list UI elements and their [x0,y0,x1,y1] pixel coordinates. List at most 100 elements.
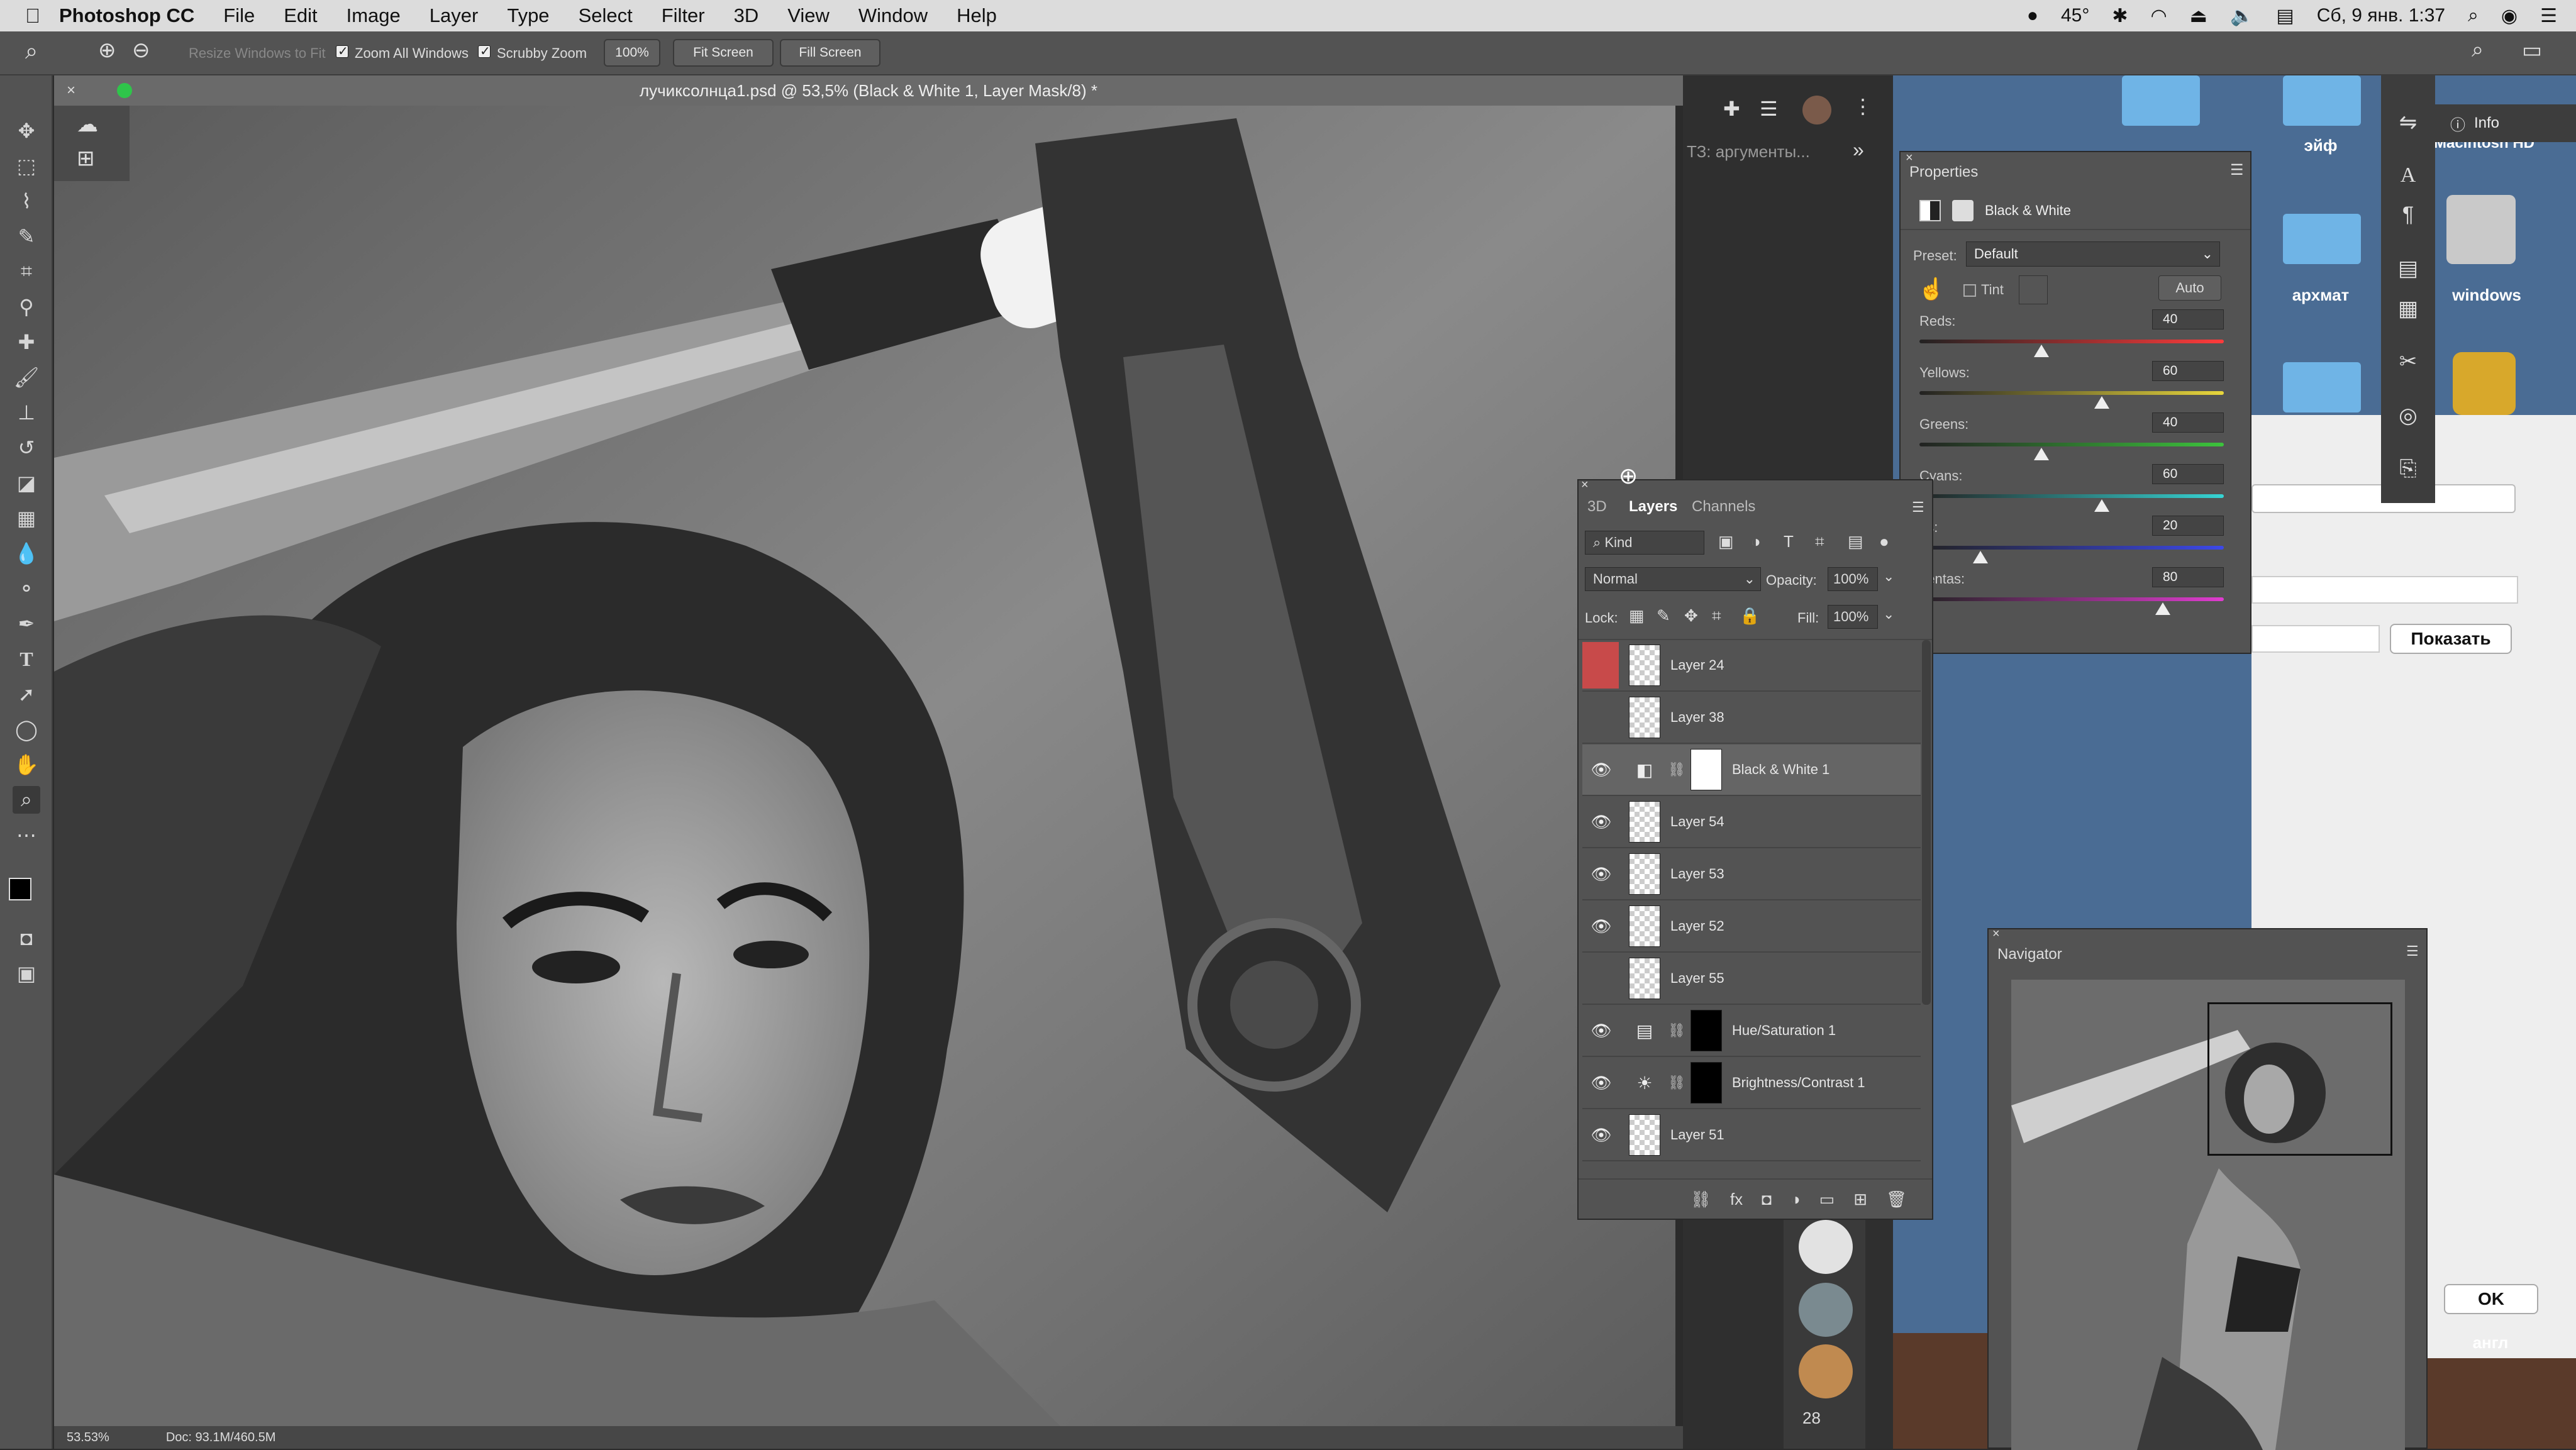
fill-input[interactable]: 100% [1828,605,1878,629]
slider-value-input[interactable]: 20 [2152,516,2224,536]
zoom-level[interactable]: 53.53% [67,1431,109,1445]
lock-all-icon[interactable]: 🔒 [1740,606,1760,626]
avatar[interactable] [1799,1283,1853,1337]
layer-row[interactable]: Layer 38 [1582,692,1921,744]
link-icon[interactable]: ⛓ [1668,1075,1685,1091]
more-tools-icon[interactable]: ⋯ [13,821,40,849]
siri-icon[interactable]: ◉ [2501,5,2518,27]
app-icon[interactable] [2453,352,2516,415]
search-icon[interactable]: ⌕ [2468,5,2479,26]
slider-value-input[interactable]: 80 [2152,567,2224,587]
layer-mask-thumbnail[interactable] [1690,1010,1722,1051]
visibility-eye-icon[interactable] [1589,966,1614,991]
chevron-down-icon[interactable]: ⌄ [1883,606,1894,623]
chevron-down-icon[interactable]: ⌄ [1883,568,1894,585]
trash-icon[interactable]: 🗑 [1886,1190,1907,1209]
mask-icon[interactable] [1952,200,1974,221]
zoom-tool-icon[interactable]: ⌕ [13,786,40,814]
layer-name[interactable]: Black & White 1 [1732,761,1829,778]
new-group-icon[interactable]: ▭ [1819,1190,1835,1209]
layer-name[interactable]: Layer 53 [1670,866,1724,882]
menu-select[interactable]: Select [579,4,633,27]
scrollbar[interactable] [1922,640,1931,1005]
clock[interactable]: Сб, 9 янв. 1:37 [2317,5,2445,26]
close-window-icon[interactable]: × [67,82,75,99]
healing-brush-tool-icon[interactable]: ✚ [13,328,40,356]
lock-position-icon[interactable]: ✥ [1684,606,1698,626]
adjustment-layer-icon[interactable]: ◧ [1629,754,1660,785]
type-tool-icon[interactable]: T [13,645,40,673]
shape-tool-icon[interactable]: ◯ [13,716,40,743]
opacity-input[interactable]: 100% [1828,567,1878,591]
slider-handle[interactable] [2094,396,2110,409]
layer-row[interactable]: Layer 24 [1582,640,1921,692]
search-icon[interactable]: ⌕ [2472,38,2484,62]
visibility-eye-icon[interactable]: 👁 [1589,1122,1614,1148]
plugin-icon[interactable]: ✚ [1723,97,1740,121]
bluetooth-icon[interactable]: ✱ [2112,5,2128,27]
zoom-in-icon[interactable]: ⊕ [98,38,116,63]
document-canvas[interactable] [54,106,1675,1426]
layer-name[interactable]: Layer 54 [1670,814,1724,830]
dialog-footer-label[interactable]: англ [2428,1333,2553,1353]
more-icon[interactable]: ⋮ [1853,94,1873,118]
folder-icon[interactable] [2122,75,2200,126]
tools-icon[interactable]: ✂ [2392,346,2424,377]
folder-icon[interactable] [2283,362,2361,412]
navigator-preview[interactable] [2011,980,2405,1450]
eraser-tool-icon[interactable]: ◪ [13,469,40,497]
slider-track[interactable] [1919,597,2224,601]
menu-filter[interactable]: Filter [662,4,705,27]
zoom-window-icon[interactable] [117,83,132,98]
tab-channels[interactable]: Channels [1692,498,1755,516]
visibility-eye-icon[interactable]: 👁 [1589,757,1614,782]
avatar[interactable] [1799,1344,1853,1398]
layer-name[interactable]: Layer 24 [1670,657,1724,673]
layer-thumbnail[interactable] [1629,1114,1660,1156]
menu-image[interactable]: Image [347,4,401,27]
3d-icon[interactable]: ☁ [77,112,98,137]
screen-mode-icon[interactable]: ▣ [13,960,40,987]
volume-icon[interactable]: 🔈 [2230,5,2253,27]
lock-transparent-icon[interactable]: ▦ [1629,606,1645,626]
weather-status[interactable]: 45° [2061,5,2089,26]
slider-handle[interactable] [2094,499,2110,512]
menu-view[interactable]: View [787,4,830,27]
slider-track[interactable] [1919,546,2224,550]
layer-row[interactable]: 👁 ◧ ⛓ Black & White 1 [1582,744,1921,796]
slider-track[interactable] [1919,340,2224,343]
filter-toggle-icon[interactable]: ● [1879,532,1889,551]
link-icon[interactable]: ⛓ [1668,1022,1685,1039]
flag-icon[interactable]: ▤ [2276,5,2294,27]
filter-adjustment-icon[interactable]: ◑ [1751,532,1761,551]
slider-track[interactable] [1919,494,2224,498]
dodge-tool-icon[interactable]: ⚬ [13,575,40,602]
text-field[interactable] [2251,625,2380,653]
filter-shape-icon[interactable]: ⌗ [1815,532,1824,552]
layer-name[interactable]: Brightness/Contrast 1 [1732,1075,1865,1091]
tab-layers[interactable]: Layers [1629,498,1677,516]
link-layers-icon[interactable]: ⛓ [1690,1190,1711,1209]
layer-thumbnail[interactable] [1629,697,1660,738]
slider-track[interactable] [1919,443,2224,446]
pen-tool-icon[interactable]: ✒ [13,610,40,638]
panel-close-icon[interactable]: × [1581,478,1589,492]
link-icon[interactable]: ⛓ [1668,761,1685,778]
menu-type[interactable]: Type [507,4,549,27]
layer-name[interactable]: Layer 52 [1670,918,1724,934]
slider-track[interactable] [1919,391,2224,395]
visibility-eye-icon[interactable]: 👁 [1589,861,1614,887]
hand-tool-icon[interactable]: ✋ [13,751,40,778]
menu-help[interactable]: Help [957,4,997,27]
fit-screen-button[interactable]: Fit Screen [673,39,774,67]
fill-screen-button[interactable]: Fill Screen [780,39,880,67]
info-panel-tab[interactable]: ⓘ Info [2435,104,2576,142]
new-layer-icon[interactable]: ⊞ [1853,1190,1867,1209]
preset-dropdown[interactable]: Default ⌄ [1966,241,2220,267]
show-button[interactable]: Показать [2390,624,2512,654]
zoom-out-icon[interactable]: ⊖ [132,38,150,63]
avatar[interactable] [1802,96,1831,125]
channels-icon[interactable]: ◎ [2392,400,2424,431]
navigator-view-box[interactable] [2207,1002,2392,1156]
visibility-eye-icon[interactable]: 👁 [1589,1018,1614,1043]
